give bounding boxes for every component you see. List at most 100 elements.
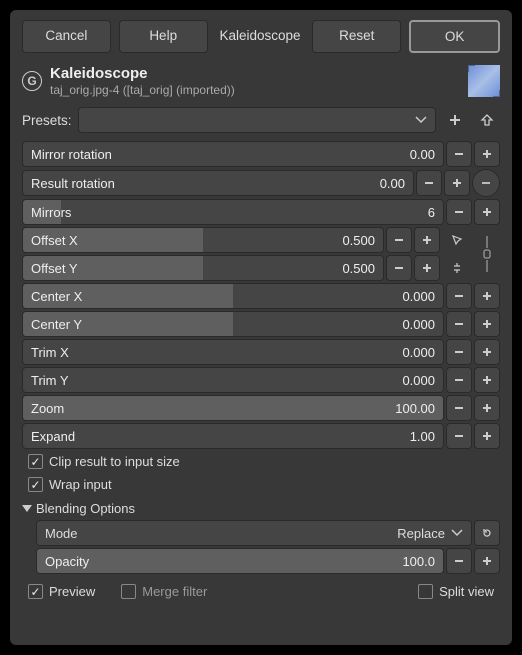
wrap-label: Wrap input bbox=[49, 477, 112, 492]
plus-button[interactable] bbox=[474, 548, 500, 574]
minus-button[interactable] bbox=[446, 141, 472, 167]
center-x-row: Center X 0.000 bbox=[22, 283, 500, 309]
minus-button[interactable] bbox=[446, 283, 472, 309]
center-x-slider[interactable]: Center X 0.000 bbox=[22, 283, 444, 309]
app-icon: G bbox=[22, 71, 42, 91]
clip-label: Clip result to input size bbox=[49, 454, 180, 469]
zoom-label: Zoom bbox=[31, 401, 395, 416]
minus-button[interactable] bbox=[416, 170, 442, 196]
merge-filter-checkbox[interactable] bbox=[121, 584, 136, 599]
mode-label: Mode bbox=[45, 526, 397, 541]
mode-reset-button[interactable] bbox=[474, 520, 500, 546]
offset-link bbox=[474, 227, 500, 281]
zoom-slider[interactable]: Zoom 100.00 bbox=[22, 395, 444, 421]
mode-row: Mode Replace bbox=[36, 520, 500, 546]
clip-checkbox[interactable] bbox=[28, 454, 43, 469]
disclosure-triangle-icon bbox=[22, 505, 32, 512]
mirror-rotation-value: 0.00 bbox=[410, 147, 435, 162]
dialog-header: G Kaleidoscope taj_orig.jpg-4 ([taj_orig… bbox=[22, 65, 500, 97]
help-button[interactable]: Help bbox=[119, 20, 208, 53]
blending-body: Mode Replace Opacity 100.0 bbox=[22, 520, 500, 574]
plus-button[interactable] bbox=[474, 395, 500, 421]
center-y-row: Center Y 0.000 bbox=[22, 311, 500, 337]
plus-button[interactable] bbox=[414, 227, 440, 253]
offset-tools bbox=[444, 227, 470, 281]
opacity-slider[interactable]: Opacity 100.0 bbox=[36, 548, 444, 574]
trim-x-label: Trim X bbox=[31, 345, 402, 360]
offset-x-slider[interactable]: Offset X 0.500 bbox=[22, 227, 384, 253]
mirror-rotation-label: Mirror rotation bbox=[31, 147, 410, 162]
trim-y-slider[interactable]: Trim Y 0.000 bbox=[22, 367, 444, 393]
minus-button[interactable] bbox=[446, 367, 472, 393]
wrap-checkbox-row[interactable]: Wrap input bbox=[22, 474, 500, 495]
expand-value: 1.00 bbox=[410, 429, 435, 444]
center-y-value: 0.000 bbox=[402, 317, 435, 332]
mode-value: Replace bbox=[397, 526, 445, 541]
trim-y-row: Trim Y 0.000 bbox=[22, 367, 500, 393]
header-text: Kaleidoscope taj_orig.jpg-4 ([taj_orig] … bbox=[50, 65, 460, 97]
minus-button[interactable] bbox=[446, 548, 472, 574]
offset-y-slider[interactable]: Offset Y 0.500 bbox=[22, 255, 384, 281]
trim-x-slider[interactable]: Trim X 0.000 bbox=[22, 339, 444, 365]
plus-button[interactable] bbox=[474, 339, 500, 365]
center-y-slider[interactable]: Center Y 0.000 bbox=[22, 311, 444, 337]
blending-header[interactable]: Blending Options bbox=[22, 497, 500, 518]
plus-button[interactable] bbox=[474, 423, 500, 449]
minus-button[interactable] bbox=[446, 311, 472, 337]
trim-y-label: Trim Y bbox=[31, 373, 402, 388]
filter-name-button[interactable]: Kaleidoscope bbox=[216, 20, 305, 53]
dialog-title: Kaleidoscope bbox=[50, 65, 460, 83]
expand-row: Expand 1.00 bbox=[22, 423, 500, 449]
mirrors-row: Mirrors 6 bbox=[22, 199, 500, 225]
ok-button[interactable]: OK bbox=[409, 20, 500, 53]
plus-button[interactable] bbox=[474, 367, 500, 393]
plus-button[interactable] bbox=[444, 170, 470, 196]
wrap-checkbox[interactable] bbox=[28, 477, 43, 492]
preset-add-button[interactable] bbox=[442, 107, 468, 133]
center-x-value: 0.000 bbox=[402, 289, 435, 304]
mirrors-label: Mirrors bbox=[31, 205, 428, 220]
minus-button[interactable] bbox=[446, 199, 472, 225]
expand-slider[interactable]: Expand 1.00 bbox=[22, 423, 444, 449]
plus-button[interactable] bbox=[474, 199, 500, 225]
zoom-value: 100.00 bbox=[395, 401, 435, 416]
rotation-link-button[interactable] bbox=[472, 169, 500, 197]
reset-button[interactable]: Reset bbox=[312, 20, 401, 53]
minus-button[interactable] bbox=[446, 395, 472, 421]
split-view-checkbox[interactable] bbox=[418, 584, 433, 599]
minus-button[interactable] bbox=[446, 423, 472, 449]
preset-manage-button[interactable] bbox=[474, 107, 500, 133]
minus-button[interactable] bbox=[446, 339, 472, 365]
blending-heading: Blending Options bbox=[36, 501, 135, 516]
result-rotation-slider[interactable]: Result rotation 0.00 bbox=[22, 170, 414, 196]
mirror-rotation-slider[interactable]: Mirror rotation 0.00 bbox=[22, 141, 444, 167]
preview-checkbox[interactable] bbox=[28, 584, 43, 599]
dialog-panel: Cancel Help Kaleidoscope Reset OK G Kale… bbox=[10, 10, 512, 645]
mode-dropdown[interactable]: Mode Replace bbox=[36, 520, 472, 546]
opacity-value: 100.0 bbox=[402, 554, 435, 569]
minus-button[interactable] bbox=[386, 255, 412, 281]
cancel-button[interactable]: Cancel bbox=[22, 20, 111, 53]
plus-button[interactable] bbox=[474, 141, 500, 167]
mirrors-slider[interactable]: Mirrors 6 bbox=[22, 199, 444, 225]
plus-button[interactable] bbox=[474, 283, 500, 309]
link-axis-button[interactable] bbox=[444, 255, 470, 281]
clip-checkbox-row[interactable]: Clip result to input size bbox=[22, 451, 500, 472]
minus-button[interactable] bbox=[386, 227, 412, 253]
offset-group: Offset X 0.500 Offset Y 0.500 bbox=[22, 227, 500, 281]
split-view-label: Split view bbox=[439, 584, 494, 599]
presets-dropdown[interactable] bbox=[78, 107, 436, 133]
dialog-subtitle: taj_orig.jpg-4 ([taj_orig] (imported)) bbox=[50, 83, 460, 97]
plus-button[interactable] bbox=[474, 311, 500, 337]
dialog-button-bar: Cancel Help Kaleidoscope Reset OK bbox=[22, 20, 500, 53]
offset-x-value: 0.500 bbox=[342, 233, 375, 248]
trim-x-value: 0.000 bbox=[402, 345, 435, 360]
preview-thumbnail[interactable] bbox=[468, 65, 500, 97]
presets-row: Presets: bbox=[22, 107, 500, 133]
pick-point-button[interactable] bbox=[444, 227, 470, 253]
trim-y-value: 0.000 bbox=[402, 373, 435, 388]
offset-x-row: Offset X 0.500 bbox=[22, 227, 440, 253]
plus-button[interactable] bbox=[414, 255, 440, 281]
offset-y-row: Offset Y 0.500 bbox=[22, 255, 440, 281]
chain-link-button[interactable] bbox=[474, 227, 500, 281]
